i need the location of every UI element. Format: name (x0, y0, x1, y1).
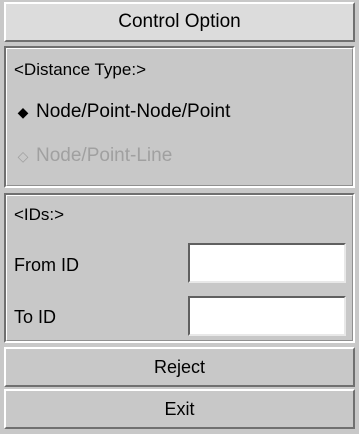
exit-button-label: Exit (164, 398, 195, 419)
to-id-label: To ID (14, 307, 57, 327)
radio-node-point-line[interactable]: ◇ Node/Point-Line (14, 145, 173, 167)
exit-button[interactable]: Exit (4, 389, 355, 429)
control-option-panel: Control Option <Distance Type:> ◆ Node/P… (0, 0, 359, 434)
distance-type-heading: <Distance Type:> (14, 60, 146, 79)
control-option-title: Control Option (4, 2, 355, 42)
radio-node-point-node-point-label: Node/Point-Node/Point (36, 101, 231, 122)
from-id-label: From ID (14, 255, 79, 275)
hollow-diamond-icon: ◇ (17, 147, 29, 164)
ids-group: <IDs:> From ID To ID (4, 193, 355, 343)
reject-button[interactable]: Reject (4, 347, 355, 387)
from-id-field[interactable] (188, 243, 346, 283)
distance-type-group: <Distance Type:> ◆ Node/Point-Node/Point… (4, 46, 355, 188)
filled-diamond-icon: ◆ (17, 103, 29, 120)
reject-button-label: Reject (153, 356, 206, 377)
radio-node-point-node-point[interactable]: ◆ Node/Point-Node/Point (14, 101, 231, 123)
control-option-title-label: Control Option (118, 11, 241, 32)
to-id-field[interactable] (188, 296, 346, 336)
ids-heading: <IDs:> (14, 205, 65, 224)
radio-node-point-line-label: Node/Point-Line (36, 145, 173, 166)
